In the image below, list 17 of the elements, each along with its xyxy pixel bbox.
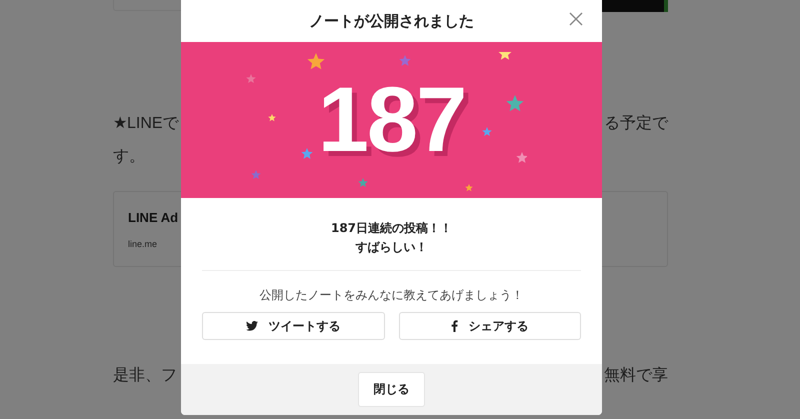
- tweet-button[interactable]: ツイートする: [202, 312, 384, 340]
- body-text: す。: [113, 147, 145, 167]
- share-prompt: 公開したノートをみんなに教えてあげましょう！: [260, 287, 524, 304]
- body-text: 無料で享: [604, 366, 668, 386]
- body-text: 是非、フ: [113, 366, 177, 386]
- facebook-icon: [451, 320, 458, 332]
- body-text: る予定で: [604, 114, 668, 134]
- message-text: すばらしい！: [356, 239, 428, 256]
- share-button[interactable]: シェアする: [398, 312, 581, 340]
- body-text: ★LINEで: [113, 114, 179, 134]
- bird-icon: [246, 321, 258, 331]
- dialog-title: ノートが公開されました: [309, 12, 474, 30]
- close-dialog-button[interactable]: 閉じる: [358, 372, 425, 407]
- link-card-title: LINE Ad: [128, 210, 178, 225]
- streak-number: 187: [318, 68, 466, 172]
- message-text: 187日連続の投稿！！: [330, 220, 452, 237]
- link-card-domain: line.me: [128, 239, 158, 249]
